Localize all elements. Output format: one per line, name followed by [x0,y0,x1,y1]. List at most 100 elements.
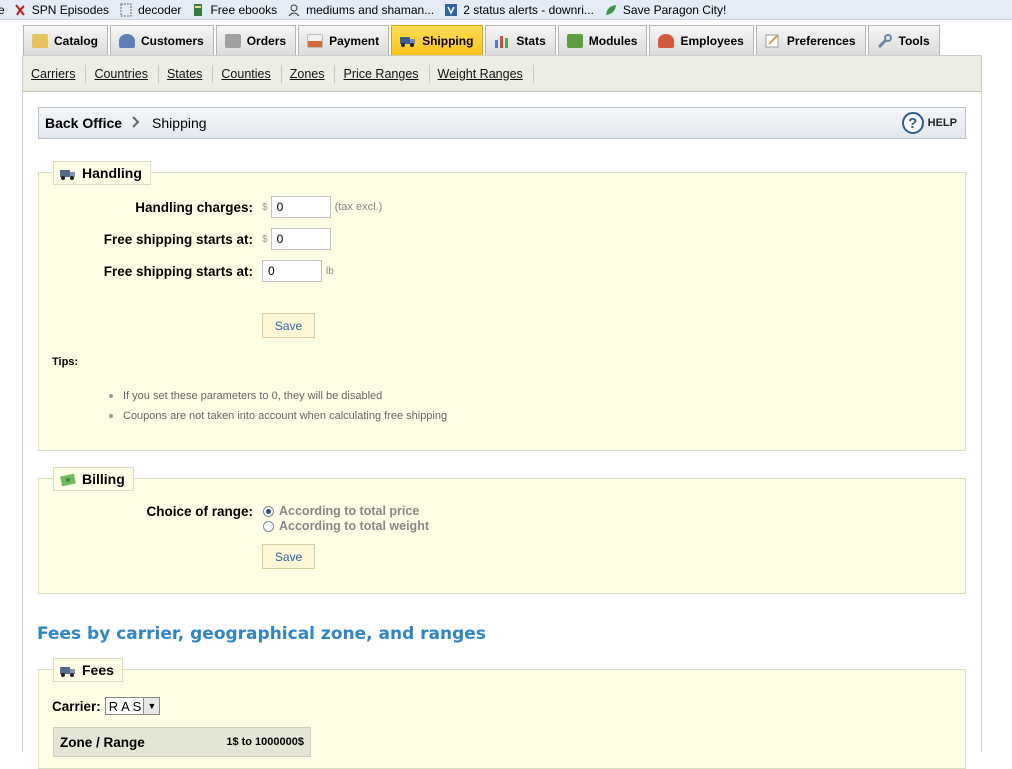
separator [85,64,87,83]
question-icon: ? [901,112,924,134]
main-tabs: Catalog Customers Orders Payment Shippin… [23,24,942,55]
subnav-weight-ranges[interactable]: Weight Ranges [436,67,525,81]
separator [334,64,336,83]
tab-customers[interactable]: Customers [110,25,214,55]
bookmark-item[interactable]: 2 status alerts - downri... [444,3,594,17]
folder-icon [32,33,48,48]
customers-icon [119,33,136,48]
tip-text: Coupons are not taken into account when … [123,410,448,422]
tab-label: Tools [898,33,930,48]
separator [428,64,430,83]
bookmark-item[interactable]: Save Paragon City! [604,3,726,17]
bookmark-item[interactable]: decoder [119,3,181,17]
subnav-price-ranges[interactable]: Price Ranges [341,67,420,81]
free-shipping-price-row: Free shipping starts at: $ [39,228,331,250]
cart-icon [224,33,241,48]
tab-shipping[interactable]: Shipping [391,25,484,55]
book-icon [191,3,205,17]
help-label: HELP [927,117,957,129]
separator [532,64,534,83]
tab-label: Stats [516,33,546,48]
handling-legend: Handling [53,161,151,185]
separator [280,64,282,83]
legend-label: Fees [82,662,114,678]
bookmark-item[interactable]: mediums and shaman... [287,3,434,17]
breadcrumb-root[interactable]: Back Office [45,115,122,131]
tab-modules[interactable]: Modules [557,25,648,55]
tax-hint: (tax excl.) [334,201,383,213]
range-choice-row: Choice of range: [39,504,253,519]
currency-symbol: $ [262,233,268,245]
carrier-select[interactable]: R A S ▼ [104,697,161,715]
carrier-label: Carrier: [52,698,101,714]
fees-section-title: Fees by carrier, geographical zone, and … [37,624,486,644]
billing-save-button[interactable]: Save [262,544,315,569]
billing-legend: Billing [53,467,134,491]
handling-charges-row: Handling charges: $ (tax excl.) [39,196,382,218]
subnav-states[interactable]: States [165,67,204,81]
alert-icon [444,3,458,17]
free-shipping-price-input[interactable] [270,228,331,250]
range-option-price[interactable]: According to total price [263,504,429,518]
separator [157,64,159,83]
bullet [109,394,113,398]
truck-icon [400,34,416,48]
subnav-zones[interactable]: Zones [288,67,327,81]
range-choice-label: Choice of range: [146,504,253,519]
shipping-subnav: Carriers Countries States Counties Zones… [22,55,982,92]
subnav-carriers[interactable]: Carriers [29,67,77,81]
chevron-down-icon[interactable]: ▼ [143,698,160,714]
tab-label: Shipping [422,33,474,48]
puzzle-icon [566,33,583,48]
option-label: According to total weight [279,519,429,533]
bookmark-label: mediums and shaman... [306,2,435,17]
tab-orders[interactable]: Orders [215,25,297,55]
bookmark-item[interactable]: Free ebooks [191,3,277,17]
employee-icon [658,33,675,48]
tab-label: Modules [588,33,638,48]
range-options: According to total price According to to… [263,504,429,533]
tab-preferences[interactable]: Preferences [755,25,866,55]
fees-legend: Fees [53,658,123,682]
wrench-icon [877,33,893,48]
fees-title-text: Fees by carrier, geographical zone, and … [37,624,486,644]
free-shipping-weight-input[interactable] [262,260,322,282]
tab-payment[interactable]: Payment [298,25,390,55]
range-option-weight[interactable]: According to total weight [263,519,429,533]
bullet [109,414,113,418]
option-label: According to total price [279,504,420,518]
tab-catalog[interactable]: Catalog [23,25,109,55]
separator [212,64,214,83]
preferences-icon [765,34,781,48]
tab-label: Orders [246,33,287,48]
legend-label: Handling [82,165,142,181]
truck-icon [60,167,76,180]
radio-selected[interactable] [263,505,274,517]
bookmark-item[interactable]: e [0,3,5,17]
bookmark-item[interactable]: SPN Episodes [13,3,109,17]
handling-save-button[interactable]: Save [262,313,315,338]
bookmark-label: SPN Episodes [31,2,110,17]
tip-item: If you set these parameters to 0, they w… [109,390,382,402]
truck-icon [60,664,76,677]
tab-label: Catalog [54,33,99,48]
help-button[interactable]: ? HELP [901,112,957,134]
bookmark-label: Save Paragon City! [622,2,727,17]
breadcrumb: Back Office Shipping ? HELP [38,107,966,139]
radio-unselected[interactable] [263,520,274,532]
handling-charges-input[interactable] [270,196,331,218]
tab-employees[interactable]: Employees [649,25,754,55]
fees-fieldset: Fees Carrier: R A S ▼ Zone / Range 1$ to… [38,658,966,769]
zone-range-header: Zone / Range 1$ to 1000000$ [53,727,311,757]
tab-tools[interactable]: Tools [867,25,940,55]
bookmark-label: e [0,3,5,17]
bookmarks-bar: e SPN Episodes decoder Free ebooks mediu… [0,0,1012,20]
subnav-counties[interactable]: Counties [219,67,272,81]
subnav-countries[interactable]: Countries [92,67,150,81]
tab-stats[interactable]: Stats [485,25,556,55]
currency-symbol: $ [262,201,268,213]
carrier-value: R A S [108,698,142,714]
tab-label: Payment [329,33,380,48]
bookmark-label: Free ebooks [210,2,278,17]
chevron-right-icon [132,115,140,131]
